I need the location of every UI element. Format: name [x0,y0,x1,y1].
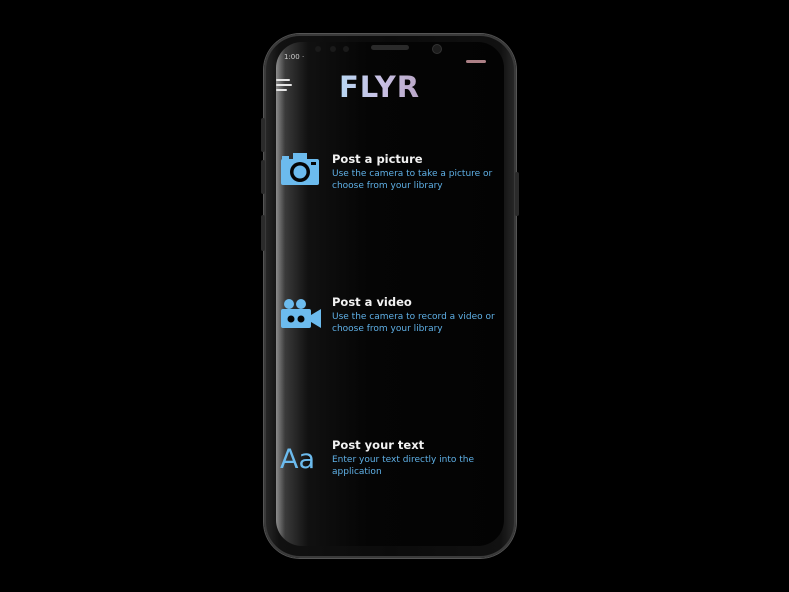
post-video-description: Use the camera to record a video or choo… [332,312,495,334]
earpiece [371,45,409,50]
video-camera-icon [280,298,322,334]
post-text-option[interactable]: Aa Post your text Enter your text direct… [276,438,504,478]
proximity-sensor [315,46,321,52]
volume-down-button [261,160,265,194]
volume-up-button [261,118,265,152]
status-battery [466,60,486,63]
menu-line [276,89,287,91]
app-logo: FLYR [339,70,421,104]
power-button [515,172,519,216]
post-text-description: Enter your text directly into the applic… [332,455,475,477]
light-sensor [330,46,336,52]
post-picture-option[interactable]: Post a picture Use the camera to take a … [276,152,504,192]
post-video-title: Post a video [332,295,412,309]
menu-line [276,84,292,86]
front-camera [433,45,441,53]
bixby-button [261,215,265,251]
post-picture-description: Use the camera to take a picture or choo… [332,169,493,191]
menu-line [276,79,290,81]
status-time: 1:00 · [284,53,305,61]
camera-icon [280,152,320,190]
post-text-title: Post your text [332,438,425,452]
post-picture-title: Post a picture [332,152,423,166]
text-aa-icon: Aa [280,444,316,475]
iris-sensor [343,46,349,52]
post-video-option[interactable]: Post a video Use the camera to record a … [276,295,504,335]
hamburger-menu-button[interactable] [276,79,292,93]
